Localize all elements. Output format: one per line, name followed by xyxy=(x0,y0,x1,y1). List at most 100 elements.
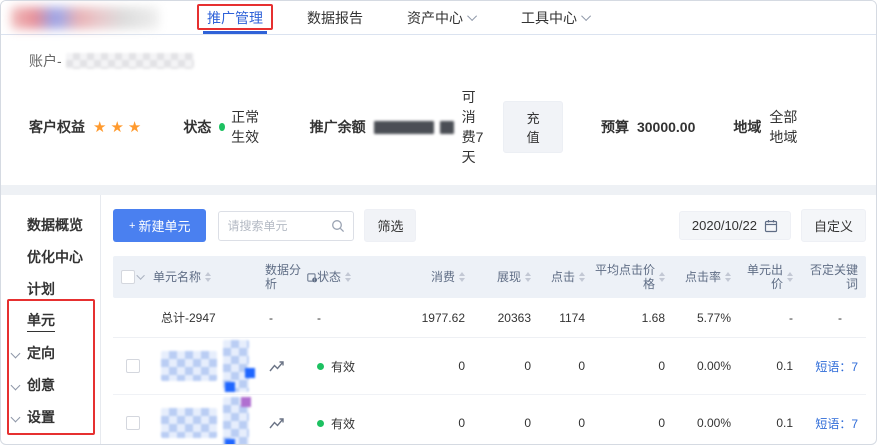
row-checkbox[interactable] xyxy=(126,416,140,430)
unit-name-blurred[interactable] xyxy=(153,338,265,394)
chevron-down-icon xyxy=(467,11,478,22)
row-checkbox[interactable] xyxy=(126,359,140,373)
sort-icon[interactable] xyxy=(787,272,793,282)
col-unit-bid[interactable]: 单元出价 xyxy=(739,263,801,291)
sidebar: 数据概览 优化中心 计划 单元 定向 创意 设置 xyxy=(1,195,101,444)
neg-kw-link-cell: 短语：7 xyxy=(801,415,866,432)
budget-label: 预算 xyxy=(600,119,629,135)
ctr-value: 0.00% xyxy=(696,416,731,430)
negative-keywords-link[interactable]: 短语：7 xyxy=(815,360,858,374)
new-unit-button[interactable]: + 新建单元 xyxy=(113,209,207,242)
col-data-analysis: 数据分析 ! xyxy=(265,263,317,291)
summary-consume: 1977.62 xyxy=(421,310,465,325)
region-value: 全部地域 xyxy=(769,109,798,145)
col-unit-name[interactable]: 单元名称 xyxy=(153,270,265,284)
bid-value: 0.1 xyxy=(776,359,793,373)
summary-ctr: 5.77% xyxy=(696,310,731,325)
avg-cpc-value: 0 xyxy=(658,416,665,430)
select-all-cell xyxy=(113,270,153,284)
sidebar-item-targeting[interactable]: 定向 xyxy=(1,337,100,369)
summary-impressions: 20363 xyxy=(497,310,531,325)
tab-asset-center[interactable]: 资产中心 xyxy=(407,1,478,34)
unit-search-box[interactable] xyxy=(218,210,355,241)
tab-label: 资产中心 xyxy=(407,9,463,26)
negative-keywords-link[interactable]: 短语：7 xyxy=(815,417,858,431)
col-impressions[interactable]: 展现 xyxy=(473,270,539,284)
account-name-blurred xyxy=(65,53,194,69)
account-prefix-label: 账户- xyxy=(29,53,62,69)
sidebar-item-data-overview[interactable]: 数据概览 xyxy=(1,209,100,241)
recharge-button[interactable]: 充值 xyxy=(503,101,563,153)
star-rating-icons: ★★★ xyxy=(93,119,146,136)
filter-button[interactable]: 筛选 xyxy=(364,209,417,242)
status-green-dot-icon xyxy=(317,419,324,427)
consume-value: 0 xyxy=(458,359,465,373)
sort-icon[interactable] xyxy=(725,272,731,282)
region-label: 地域 xyxy=(733,119,762,135)
unit-name-blurred[interactable] xyxy=(153,395,265,444)
trend-chart-icon[interactable] xyxy=(269,416,285,430)
sidebar-item-plan[interactable]: 计划 xyxy=(1,273,100,305)
toolbar-right-group: 2020/10/22 自定义 xyxy=(678,209,866,242)
section-divider xyxy=(1,185,876,195)
chevron-down-icon[interactable] xyxy=(136,271,145,280)
status-group: 状态 正常生效 xyxy=(183,107,271,147)
impressions-value: 0 xyxy=(524,359,531,373)
col-consume[interactable]: 消费 xyxy=(403,270,473,284)
nav-tabs: 推广管理 数据报告 资产中心 工具中心 xyxy=(197,1,592,34)
date-picker-button[interactable]: 2020/10/22 xyxy=(678,211,791,240)
tab-tool-center[interactable]: 工具中心 xyxy=(521,1,592,34)
sort-icon[interactable] xyxy=(205,272,212,282)
status-green-dot-icon xyxy=(317,362,324,370)
sort-icon[interactable] xyxy=(579,272,585,282)
top-nav: 推广管理 数据报告 资产中心 工具中心 xyxy=(1,1,876,35)
col-negative-keywords: 否定关键词 xyxy=(809,263,858,291)
promotion-management-page: 推广管理 数据报告 资产中心 工具中心 账户- 客户权益 ★★★ 状态 正常生效… xyxy=(0,0,877,445)
chevron-down-icon xyxy=(10,380,21,390)
units-table: 单元名称 数据分析 ! 状态 消费 展现 点击 平均点击价格 点击率 单元出价 … xyxy=(113,256,866,444)
sidebar-item-unit[interactable]: 单元 xyxy=(1,305,100,337)
sidebar-item-optimize-center[interactable]: 优化中心 xyxy=(1,241,100,273)
trend-chart-icon[interactable] xyxy=(269,359,285,373)
table-row: 有效 0 0 0 0 0.00% 0.1 短语：7 xyxy=(113,395,866,444)
account-name-row: 账户- xyxy=(29,51,848,71)
col-avg-cpc[interactable]: 平均点击价格 xyxy=(593,263,673,291)
account-stats-row: 客户权益 ★★★ 状态 正常生效 推广余额 可消费7天 充值 预算 30000.… xyxy=(29,87,848,167)
logo-blurred xyxy=(11,6,159,29)
customize-button[interactable]: 自定义 xyxy=(800,209,866,242)
select-all-checkbox[interactable] xyxy=(121,270,135,284)
row-select-cell xyxy=(113,416,153,430)
summary-clicks: 1174 xyxy=(559,310,585,325)
sort-icon[interactable] xyxy=(345,272,352,282)
sidebar-item-creative[interactable]: 创意 xyxy=(1,369,100,401)
chevron-down-icon xyxy=(581,11,592,22)
toolbar: + 新建单元 筛选 2020/10/22 xyxy=(113,209,866,242)
calendar-icon xyxy=(764,219,778,232)
analysis-cell xyxy=(265,359,317,374)
sort-icon[interactable] xyxy=(659,272,665,282)
status-label: 状态 xyxy=(183,119,212,135)
clicks-value: 0 xyxy=(578,416,585,430)
table-summary-row: 总计-2947 - - 1977.62 20363 1174 1.68 5.77… xyxy=(113,298,866,338)
col-status[interactable]: 状态 xyxy=(317,270,403,284)
svg-text:!: ! xyxy=(314,277,315,282)
col-ctr[interactable]: 点击率 xyxy=(673,270,739,284)
status-cell: 有效 xyxy=(317,415,403,432)
tab-promotion-management[interactable]: 推广管理 xyxy=(197,1,273,34)
tab-label: 工具中心 xyxy=(521,9,577,26)
sort-icon[interactable] xyxy=(459,272,465,282)
col-clicks[interactable]: 点击 xyxy=(539,270,593,284)
budget-value: 30000.00 xyxy=(636,119,696,135)
consume-value: 0 xyxy=(458,416,465,430)
summary-avg-cpc: 1.68 xyxy=(641,310,665,325)
impressions-value: 0 xyxy=(524,416,531,430)
sidebar-item-settings[interactable]: 设置 xyxy=(1,401,100,433)
search-input[interactable] xyxy=(227,218,332,233)
tab-data-report[interactable]: 数据报告 xyxy=(307,1,363,34)
summary-total: 总计-2947 xyxy=(161,311,216,325)
summary-analysis: - xyxy=(269,310,273,325)
account-summary-panel: 账户- 客户权益 ★★★ 状态 正常生效 推广余额 可消费7天 充值 预算 30… xyxy=(1,35,876,185)
sort-icon[interactable] xyxy=(525,272,531,282)
neg-kw-link-cell: 短语：7 xyxy=(801,358,866,375)
analysis-info-icon[interactable]: ! xyxy=(306,271,317,284)
